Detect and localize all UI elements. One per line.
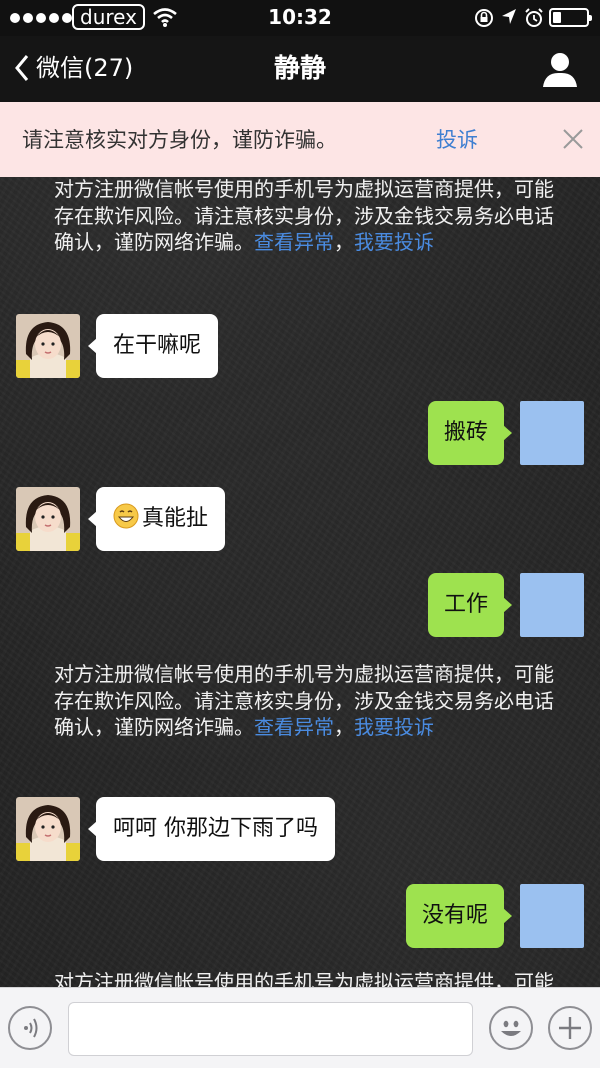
message-bubble-outgoing[interactable]: 搬砖 (427, 401, 513, 465)
message-bubble-outgoing[interactable]: 工作 (427, 573, 513, 637)
alarm-clock-icon (525, 8, 543, 27)
my-avatar[interactable] (520, 401, 584, 465)
contact-avatar[interactable] (16, 314, 80, 378)
system-notice: 对方注册微信帐号使用的手机号为虚拟运营商提供，可能存在欺诈风险。请注意核实身份，… (54, 661, 554, 741)
my-avatar[interactable] (520, 884, 584, 948)
system-notice: 对方注册微信帐号使用的手机号为虚拟运营商提供，可能存在欺诈风险。请注意核实身份，… (54, 177, 554, 256)
report-link[interactable]: 我要投诉 (354, 715, 434, 739)
view-anomaly-link[interactable]: 查看异常 (254, 230, 334, 254)
more-button[interactable] (548, 1006, 592, 1050)
input-toolbar (0, 987, 600, 1068)
message-text: 没有呢 (421, 903, 488, 928)
back-button[interactable]: 微信(27) (14, 51, 133, 85)
back-label: 微信(27) (36, 54, 134, 82)
grinning-face-icon (113, 503, 139, 529)
close-icon[interactable] (558, 124, 588, 154)
message-bubble-outgoing[interactable]: 没有呢 (405, 884, 513, 948)
status-bar: durex 10:32 (0, 0, 600, 36)
report-link[interactable]: 投诉 (436, 125, 478, 155)
report-link[interactable]: 我要投诉 (354, 230, 434, 254)
battery-icon (549, 8, 592, 27)
message-text: 在干嘛呢 (113, 333, 202, 358)
chevron-left-icon (15, 55, 29, 81)
message-bubble-incoming[interactable]: 在干嘛呢 (87, 314, 219, 378)
voice-icon (24, 1018, 38, 1038)
nav-bar: 微信(27) 静静 (0, 36, 600, 102)
view-anomaly-link[interactable]: 查看异常 (254, 715, 334, 739)
emoji-button[interactable] (489, 1006, 533, 1050)
message-text: 真能扯 (142, 506, 209, 531)
voice-button[interactable] (8, 1006, 52, 1050)
contact-avatar[interactable] (16, 487, 80, 551)
rotation-lock-icon (475, 9, 493, 27)
fraud-warning-banner: 请注意核实对方身份，谨防诈骗。 投诉 (0, 102, 600, 177)
notice-separator: ， (334, 715, 354, 739)
chat-screen: durex 10:32 微信(27) 静静 请注意核实对方身份，谨防诈骗。 投诉… (0, 0, 600, 1068)
notice-text: 对方注册微信帐号使用的手机号为虚拟运营商提供，可能存在欺诈风险。请注意核实身份，… (54, 970, 554, 987)
location-arrow-icon (502, 9, 516, 24)
plus-icon (559, 1017, 581, 1039)
notice-separator: ， (334, 230, 354, 254)
message-text: 工作 (443, 592, 488, 617)
chat-messages[interactable]: 对方注册微信帐号使用的手机号为虚拟运营商提供，可能存在欺诈风险。请注意核实身份，… (0, 177, 600, 987)
my-avatar[interactable] (520, 573, 584, 637)
message-bubble-incoming[interactable]: 真能扯 (87, 487, 226, 551)
system-notice: 对方注册微信帐号使用的手机号为虚拟运营商提供，可能存在欺诈风险。请注意核实身份，… (54, 969, 554, 987)
message-text: 搬砖 (443, 420, 488, 445)
contact-avatar[interactable] (16, 797, 80, 861)
smiley-icon (501, 1020, 521, 1036)
person-icon[interactable] (540, 50, 580, 90)
message-text: 呵呵 你那边下雨了吗 (113, 816, 318, 841)
message-bubble-incoming[interactable]: 呵呵 你那边下雨了吗 (88, 797, 335, 861)
warning-text: 请注意核实对方身份，谨防诈骗。 (22, 128, 337, 152)
message-input[interactable] (68, 1002, 473, 1056)
